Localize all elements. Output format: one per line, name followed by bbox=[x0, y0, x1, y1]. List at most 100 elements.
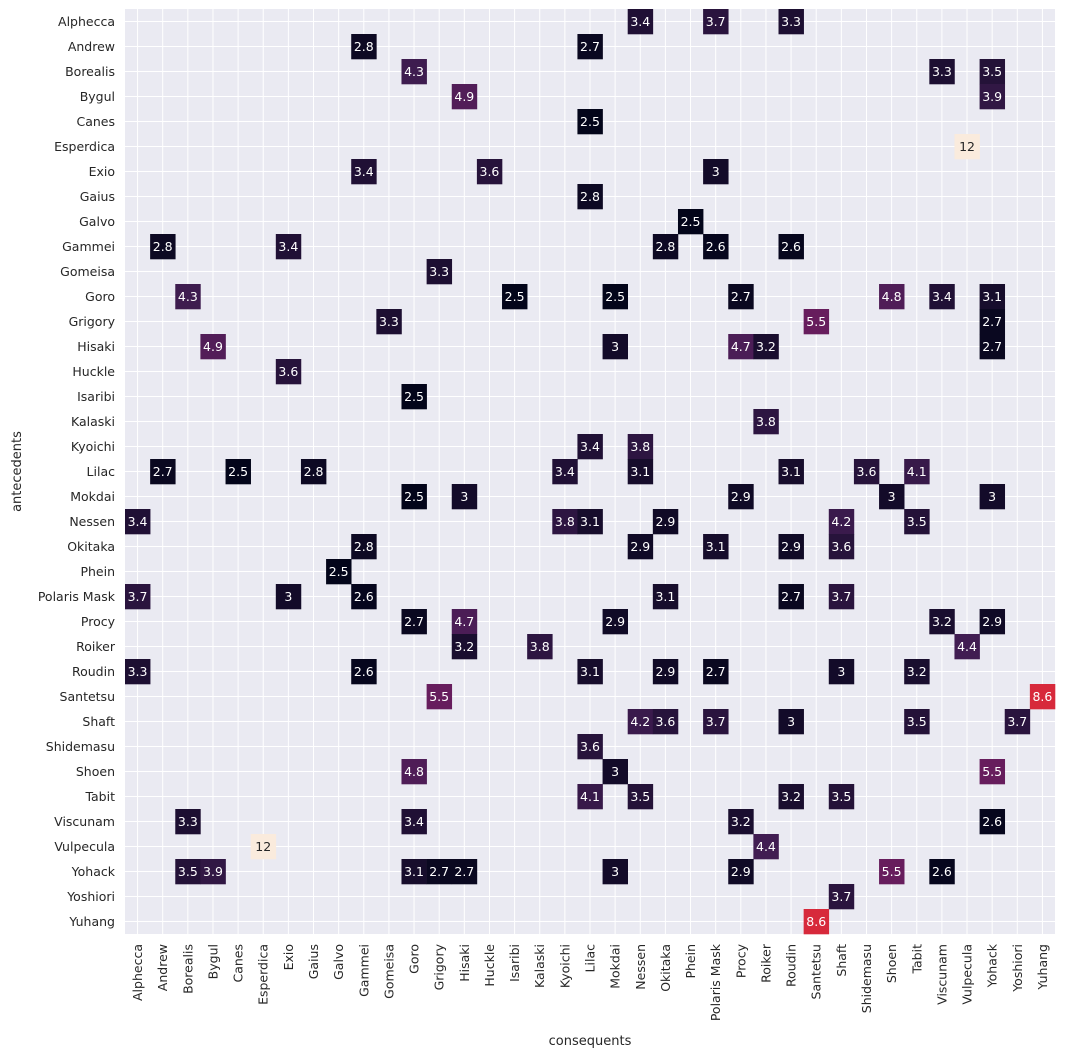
y-tick-label: Procy bbox=[81, 614, 116, 629]
heatmap-cell: 3.5 bbox=[627, 784, 654, 810]
heatmap-cell: 3.7 bbox=[703, 709, 729, 735]
heatmap-cell: 2.8 bbox=[300, 459, 327, 485]
heatmap-cell: 3.2 bbox=[753, 334, 779, 360]
heatmap-cell: 3 bbox=[879, 484, 905, 510]
heatmap-cell: 3.2 bbox=[778, 784, 804, 810]
cell-value-label: 4.9 bbox=[454, 89, 474, 104]
y-tick-label: Esperdica bbox=[54, 139, 115, 154]
heatmap-cell: 3.8 bbox=[753, 409, 779, 435]
cell-value-label: 3 bbox=[712, 164, 720, 179]
cell-value-label: 3.5 bbox=[982, 64, 1002, 79]
cell-value-label: 3.4 bbox=[278, 239, 298, 254]
x-tick-label: Andrew bbox=[155, 944, 170, 991]
cell-value-label: 3.7 bbox=[831, 589, 851, 604]
x-tick-label: Yoshiori bbox=[1010, 944, 1025, 993]
heatmap-cell: 3.3 bbox=[125, 659, 151, 685]
x-tick-label: Yohack bbox=[985, 943, 1000, 988]
heatmap-cell: 2.6 bbox=[351, 659, 377, 685]
cell-value-label: 4.2 bbox=[630, 714, 650, 729]
heatmap-cell: 3.1 bbox=[703, 534, 729, 560]
x-tick-label: Mokdai bbox=[608, 944, 623, 989]
y-tick-label: Goro bbox=[85, 289, 115, 304]
heatmap-cell: 3.9 bbox=[200, 859, 226, 885]
cell-value-label: 2.8 bbox=[655, 239, 675, 254]
y-axis-label: antecedents bbox=[10, 431, 25, 512]
cell-value-label: 2.7 bbox=[706, 664, 726, 679]
cell-value-label: 3.7 bbox=[831, 889, 851, 904]
heatmap-cell: 2.9 bbox=[652, 659, 679, 685]
cell-value-label: 4.2 bbox=[831, 514, 851, 529]
cell-value-label: 3.2 bbox=[907, 664, 927, 679]
cell-value-label: 3.6 bbox=[857, 464, 877, 479]
x-tick-label: Gomeisa bbox=[381, 944, 396, 999]
x-tick-label: Gaius bbox=[306, 944, 321, 979]
cell-value-label: 4.8 bbox=[882, 289, 902, 304]
x-tick-label: Kalaski bbox=[532, 944, 547, 988]
cell-value-label: 2.5 bbox=[605, 289, 625, 304]
heatmap-cell: 3.2 bbox=[904, 659, 930, 685]
heatmap-cell: 12 bbox=[250, 834, 277, 860]
heatmap-cell: 4.9 bbox=[200, 334, 226, 360]
cell-value-label: 2.6 bbox=[932, 864, 952, 879]
x-tick-labels: Alphecca Andrew Borealis Bygul Canes Esperdic… bbox=[130, 943, 1050, 1021]
cell-value-label: 3.4 bbox=[580, 439, 600, 454]
cell-value-label: 3.2 bbox=[781, 789, 801, 804]
heatmap-cell: 2.7 bbox=[150, 459, 176, 485]
heatmap-cell: 3 bbox=[979, 484, 1006, 510]
heatmap-cell: 3.3 bbox=[426, 259, 453, 285]
heatmap-cell: 3 bbox=[451, 484, 478, 510]
cell-value-label: 2.9 bbox=[731, 489, 751, 504]
heatmap-cell: 8.6 bbox=[1029, 684, 1056, 710]
heatmap-cell: 2.7 bbox=[401, 609, 427, 635]
heatmap-cell: 2.5 bbox=[502, 284, 528, 310]
cell-value-label: 2.6 bbox=[982, 814, 1002, 829]
cell-value-label: 3 bbox=[460, 489, 468, 504]
cell-value-label: 4.9 bbox=[203, 339, 223, 354]
cell-value-label: 3 bbox=[988, 489, 996, 504]
cell-value-label: 3.9 bbox=[982, 89, 1002, 104]
heatmap-cell: 3.5 bbox=[175, 859, 201, 885]
heatmap-cell: 2.9 bbox=[728, 859, 754, 885]
heatmap-cell: 3.4 bbox=[401, 809, 427, 835]
cell-value-label: 3.4 bbox=[354, 164, 374, 179]
heatmap-cell: 2.5 bbox=[577, 109, 603, 135]
cell-value-label: 3 bbox=[888, 489, 896, 504]
heatmap-cell: 3.6 bbox=[652, 709, 679, 735]
heatmap-cell: 2.7 bbox=[577, 34, 603, 60]
cell-value-label: 3.4 bbox=[932, 289, 952, 304]
y-tick-label: Isaribi bbox=[77, 389, 115, 404]
cell-value-label: 2.8 bbox=[153, 239, 173, 254]
cell-value-label: 4.3 bbox=[404, 64, 424, 79]
heatmap-cell: 2.8 bbox=[577, 184, 603, 210]
cell-value-label: 2.7 bbox=[429, 864, 449, 879]
heatmap-cell: 3.3 bbox=[175, 809, 201, 835]
heatmap-cell: 3.4 bbox=[627, 9, 654, 35]
cell-value-label: 3.5 bbox=[831, 789, 851, 804]
heatmap-cell: 4.4 bbox=[954, 634, 980, 660]
cell-value-label: 2.9 bbox=[630, 539, 650, 554]
heatmap-cell: 2.8 bbox=[652, 234, 679, 260]
cell-value-label: 12 bbox=[959, 139, 975, 154]
heatmap-cell: 2.9 bbox=[728, 484, 754, 510]
cell-value-label: 3 bbox=[611, 339, 619, 354]
cell-value-label: 2.7 bbox=[153, 464, 173, 479]
x-tick-label: Huckle bbox=[482, 944, 497, 987]
cell-value-label: 3.3 bbox=[932, 64, 952, 79]
x-tick-label: Borealis bbox=[180, 944, 195, 994]
cell-value-label: 4.7 bbox=[454, 614, 474, 629]
cell-value-label: 3.7 bbox=[706, 714, 726, 729]
cell-value-label: 3.4 bbox=[404, 814, 424, 829]
cell-value-label: 3 bbox=[611, 764, 619, 779]
x-tick-label: Roiker bbox=[758, 943, 773, 983]
heatmap-cell: 4.1 bbox=[904, 459, 930, 485]
heatmap-cell: 2.5 bbox=[677, 209, 704, 235]
cell-value-label: 2.6 bbox=[706, 239, 726, 254]
x-tick-label: Yuhang bbox=[1035, 944, 1050, 991]
y-tick-label: Phein bbox=[80, 564, 115, 579]
cell-value-label: 2.7 bbox=[731, 289, 751, 304]
cell-value-label: 3.3 bbox=[781, 14, 801, 29]
cell-value-label: 3.5 bbox=[630, 789, 650, 804]
y-tick-label: Viscunam bbox=[54, 814, 115, 829]
cell-value-label: 3.8 bbox=[555, 514, 575, 529]
y-tick-label: Vulpecula bbox=[54, 839, 115, 854]
